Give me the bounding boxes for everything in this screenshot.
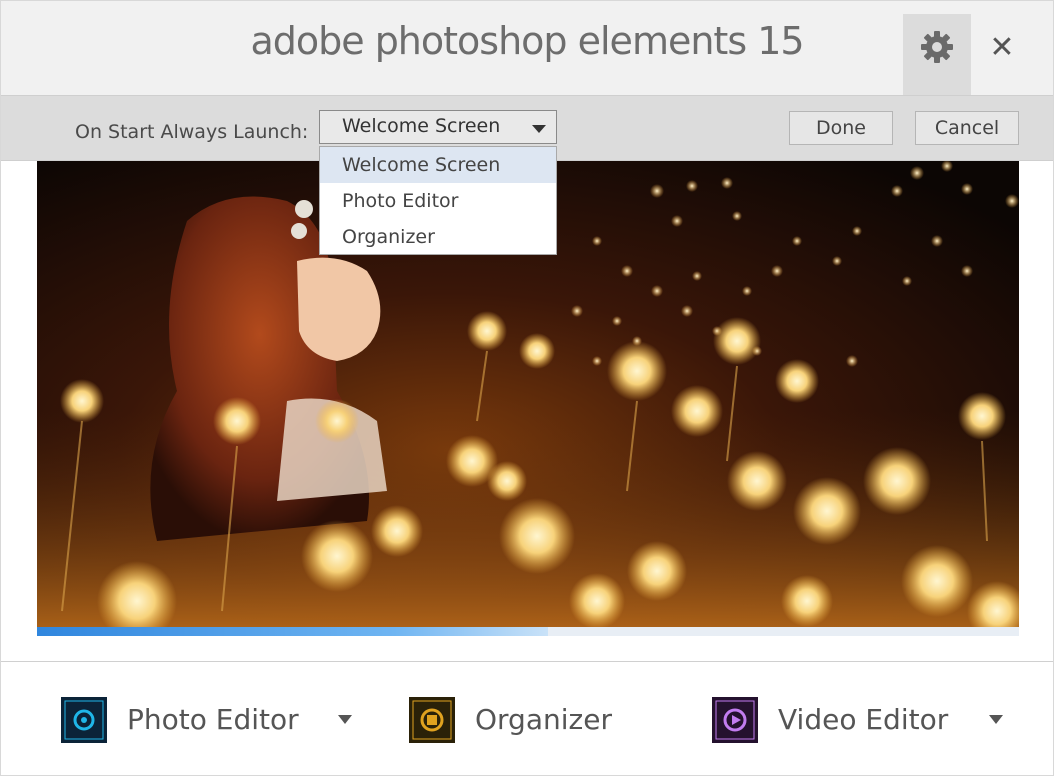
loading-progress-fill — [37, 627, 548, 636]
app-window: adobe photoshop elements 15 ✕ On Start A… — [0, 0, 1054, 776]
option-organizer[interactable]: Organizer — [320, 219, 556, 255]
gear-icon[interactable] — [920, 30, 954, 64]
cancel-button[interactable]: Cancel — [915, 111, 1019, 145]
launch-label: On Start Always Launch: — [75, 121, 309, 143]
close-button[interactable]: ✕ — [976, 27, 1028, 69]
launch-select-options: Welcome Screen Photo Editor Organizer — [319, 146, 557, 255]
settings-tab[interactable] — [903, 14, 971, 96]
video-editor-chevron-down-icon[interactable] — [989, 715, 1003, 724]
organizer-icon[interactable] — [409, 697, 455, 743]
chevron-down-icon[interactable] — [532, 125, 546, 133]
footer-divider — [1, 661, 1053, 662]
option-welcome-screen[interactable]: Welcome Screen — [320, 147, 556, 183]
video-editor-icon[interactable] — [712, 697, 758, 743]
loading-progress-bar — [37, 627, 1019, 636]
video-editor-label[interactable]: Video Editor — [778, 703, 948, 736]
done-button[interactable]: Done — [789, 111, 893, 145]
launch-select-value: Welcome Screen — [342, 115, 501, 137]
organizer-label[interactable]: Organizer — [475, 703, 612, 736]
photo-editor-icon[interactable] — [61, 697, 107, 743]
option-photo-editor[interactable]: Photo Editor — [320, 183, 556, 219]
launch-select[interactable]: Welcome Screen — [319, 110, 557, 144]
photo-editor-label[interactable]: Photo Editor — [127, 703, 299, 736]
title-bar: adobe photoshop elements 15 ✕ — [1, 1, 1053, 96]
photo-editor-chevron-down-icon[interactable] — [338, 715, 352, 724]
app-title: adobe photoshop elements 15 — [250, 19, 804, 63]
